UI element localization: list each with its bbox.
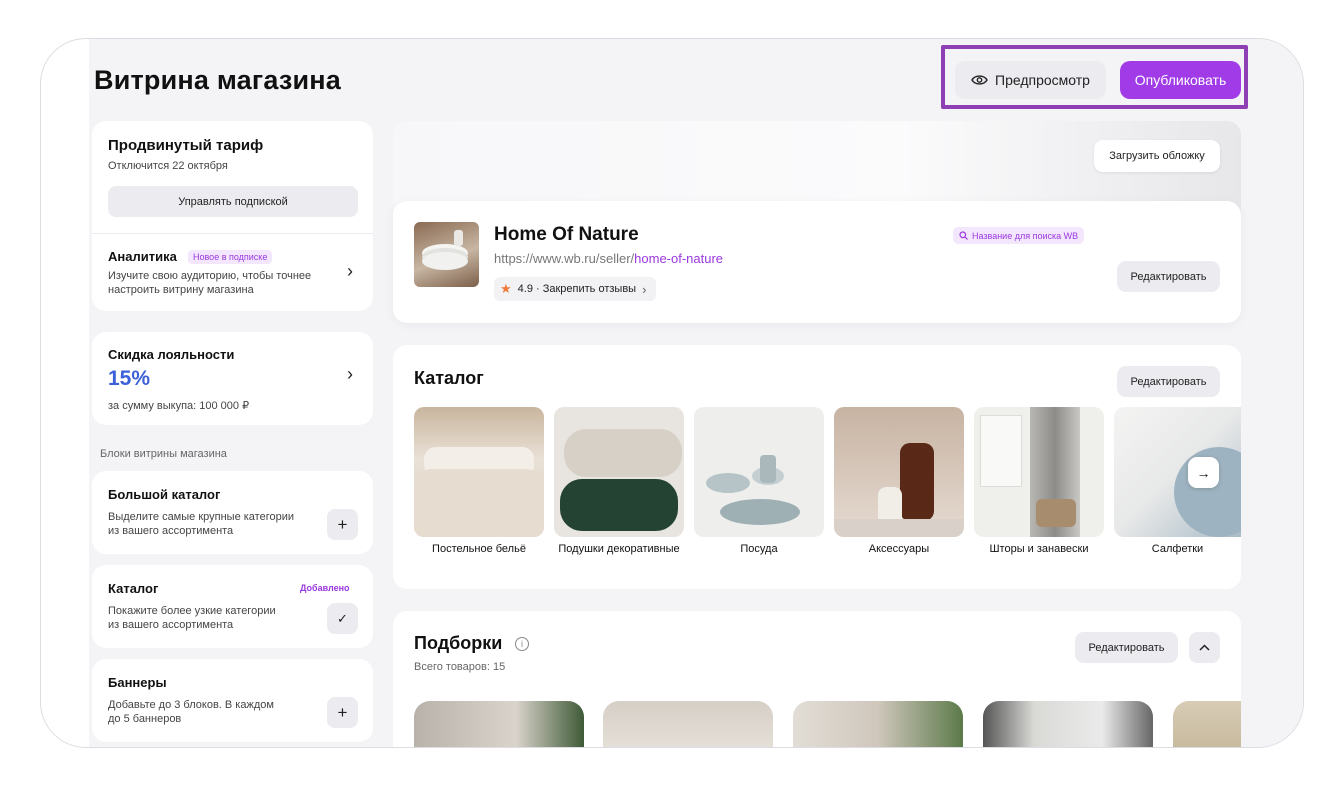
catalog-item[interactable]: Аксессуары — [834, 407, 964, 556]
preview-label: Предпросмотр — [995, 72, 1090, 88]
catalog-item-label: Салфетки — [1151, 543, 1204, 555]
app-window: Витрина магазина Предпросмотр Опубликова… — [89, 39, 1303, 747]
star-icon: ★ — [500, 281, 512, 296]
catalog-item-image — [414, 407, 544, 537]
store-url-slug: home-of-nature — [634, 251, 724, 266]
selection-image[interactable] — [603, 701, 773, 747]
new-badge: Новое в подписке — [188, 250, 273, 264]
catalog-item-image — [1114, 407, 1241, 537]
chevron-right-icon: › — [642, 281, 647, 297]
block-description-line1: Добавьте до 3 блоков. В каждом — [108, 699, 274, 711]
publish-button[interactable]: Опубликовать — [1120, 61, 1241, 99]
catalog-item-label: Аксессуары — [868, 543, 930, 555]
tariff-subtitle: Отключится 22 октября — [108, 160, 228, 172]
blocks-section-label: Блоки витрины магазина — [100, 448, 227, 460]
catalog-item-image — [554, 407, 684, 537]
edit-selections-button[interactable]: Редактировать — [1075, 632, 1178, 663]
added-badge: Добавлено — [300, 583, 350, 593]
catalog-item[interactable]: Посуда — [694, 407, 824, 556]
analytics-description-line2: настроить витрину магазина — [108, 284, 254, 296]
catalog-item-label: Посуда — [740, 543, 778, 555]
catalog-item-image — [974, 407, 1104, 537]
arrow-right-icon: → — [1196, 464, 1211, 481]
search-icon — [959, 231, 968, 240]
chevron-right-icon: › — [347, 364, 353, 384]
collapse-button[interactable] — [1189, 632, 1220, 663]
analytics-row[interactable]: Аналитика Новое в подписке Изучите свою … — [92, 234, 373, 310]
block-banners: Баннеры Добавьте до 3 блоков. В каждом д… — [92, 659, 373, 742]
block-description-line2: из вашего ассортимента — [108, 619, 234, 631]
rating-pill[interactable]: ★ 4.9 · Закрепить отзывы › — [494, 277, 657, 301]
edit-catalog-button[interactable]: Редактировать — [1117, 366, 1220, 397]
search-name-tag[interactable]: Название для поиска WB — [953, 227, 1085, 244]
block-title: Большой каталог — [108, 487, 221, 502]
selections-title: Подборки — [414, 633, 503, 653]
catalog-item-label: Подушки декоративные — [558, 543, 680, 555]
store-url-prefix: https://www.wb.ru/seller/ — [494, 251, 635, 266]
block-description-line1: Выделите самые крупные категории — [108, 511, 295, 523]
block-title: Баннеры — [108, 675, 167, 690]
catalog-item[interactable]: Постельное бельё — [414, 407, 544, 556]
scroll-next-button[interactable]: → — [1188, 457, 1219, 488]
store-logo — [414, 222, 479, 287]
preview-button[interactable]: Предпросмотр — [955, 61, 1106, 99]
tariff-analytics-card: Продвинутый тариф Отключится 22 октября … — [92, 121, 373, 311]
loyalty-value: 15% — [108, 367, 151, 390]
catalog-item[interactable]: Салфетки — [1114, 407, 1241, 556]
catalog-title: Каталог — [414, 368, 484, 388]
add-block-button[interactable]: + — [327, 509, 358, 540]
selections-count: Всего товаров: 15 — [414, 661, 506, 673]
catalog-item-label: Постельное бельё — [432, 543, 526, 555]
screen-frame: Витрина магазина Предпросмотр Опубликова… — [40, 38, 1304, 748]
loyalty-card[interactable]: Скидка лояльности 15% за сумму выкупа: 1… — [92, 332, 373, 425]
catalog-item-image — [694, 407, 824, 537]
store-name: Home Of Nature — [494, 224, 639, 245]
store-url[interactable]: https://www.wb.ru/seller/home-of-nature — [494, 251, 723, 266]
analytics-description-line1: Изучите свою аудиторию, чтобы точнее — [108, 270, 312, 282]
manage-subscription-button[interactable]: Управлять подпиской — [108, 186, 358, 217]
block-large-catalog: Большой каталог Выделите самые крупные к… — [92, 471, 373, 554]
rating-text: 4.9 · Закрепить отзывы — [517, 283, 637, 295]
selection-image[interactable] — [983, 701, 1153, 747]
catalog-item[interactable]: Подушки декоративные — [554, 407, 684, 556]
edit-store-button[interactable]: Редактировать — [1117, 261, 1220, 292]
selection-image[interactable] — [414, 701, 584, 747]
chevron-up-icon — [1199, 644, 1210, 651]
loyalty-title: Скидка лояльности — [108, 347, 235, 362]
block-description-line2: до 5 баннеров — [108, 713, 182, 725]
search-name-label: Название для поиска WB — [972, 230, 1079, 241]
store-info-card: Home Of Nature https://www.wb.ru/seller/… — [393, 201, 1241, 323]
tariff-title: Продвинутый тариф — [108, 137, 264, 154]
block-catalog: Каталог Добавлено Покажите более узкие к… — [92, 565, 373, 648]
upload-cover-button[interactable]: Загрузить обложку — [1094, 140, 1220, 172]
analytics-title: Аналитика — [108, 249, 177, 264]
checkmark-button[interactable]: ✓ — [327, 603, 358, 634]
chevron-right-icon: › — [347, 261, 353, 281]
add-block-button[interactable]: + — [327, 697, 358, 728]
page-title: Витрина магазина — [94, 65, 342, 95]
block-description-line1: Покажите более узкие категории — [108, 605, 276, 617]
catalog-item-label: Шторы и занавески — [989, 543, 1089, 555]
catalog-item-image — [834, 407, 964, 537]
catalog-item[interactable]: Шторы и занавески — [974, 407, 1104, 556]
selection-image[interactable] — [1173, 701, 1241, 747]
loyalty-subtitle: за сумму выкупа: 100 000 ₽ — [108, 400, 250, 412]
block-description-line2: из вашего ассортимента — [108, 525, 234, 537]
selection-image[interactable] — [793, 701, 963, 747]
info-icon[interactable]: i — [515, 637, 529, 651]
eye-icon — [971, 75, 988, 85]
block-title: Каталог — [108, 581, 159, 596]
